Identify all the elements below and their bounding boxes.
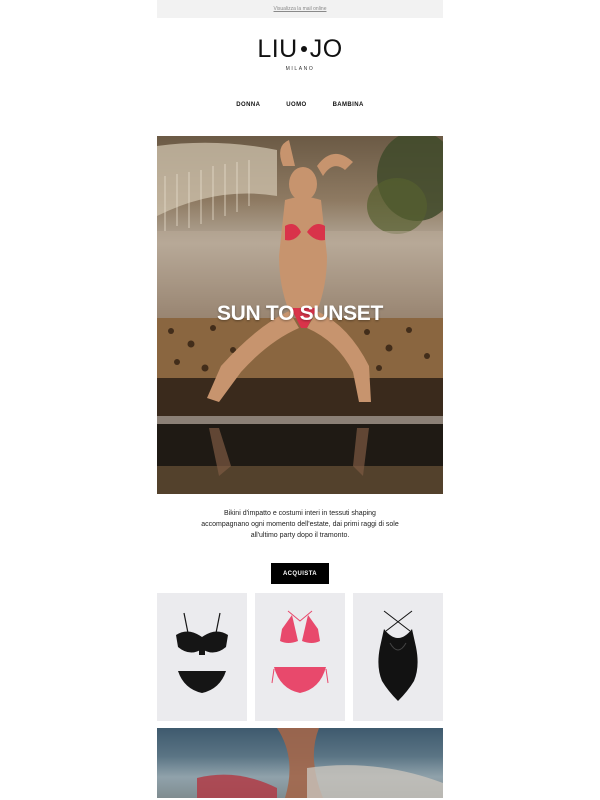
nav-item-donna[interactable]: DONNA	[236, 102, 260, 108]
logo-subtitle: MILANO	[285, 65, 315, 72]
second-banner[interactable]	[157, 728, 443, 798]
main-nav: DONNA UOMO BAMBINA	[157, 90, 443, 120]
second-banner-image	[197, 728, 443, 798]
hero-title: SUN TO SUNSET	[216, 302, 384, 325]
product-card-pink-bikini[interactable]	[255, 593, 345, 721]
nav-item-bambina[interactable]: BAMBINA	[333, 102, 364, 108]
product-grid	[157, 593, 443, 721]
email-container: Visualizza la mail online LIU JO MILANO …	[157, 0, 443, 800]
black-one-piece-image	[378, 610, 418, 701]
brand-logo[interactable]: LIU JO MILANO	[157, 18, 443, 90]
shop-button[interactable]: ACQUISTA	[271, 563, 329, 584]
intro-text: Bikini d'impatto e costumi interi in tes…	[201, 510, 399, 539]
logo-left: LIU	[257, 34, 298, 63]
topbar: Visualizza la mail online	[157, 0, 443, 18]
logo-wordmark: LIU JO	[257, 34, 343, 63]
product-card-black-one-piece[interactable]	[353, 593, 443, 721]
product-card-black-bikini[interactable]	[157, 593, 247, 721]
nav-item-uomo[interactable]: UOMO	[286, 102, 306, 108]
black-bikini-image	[176, 612, 228, 693]
pink-bikini-image	[271, 610, 329, 693]
view-online-link[interactable]: Visualizza la mail online	[274, 6, 327, 12]
logo-right: JO	[309, 34, 343, 63]
hero-banner[interactable]: SUN TO SUNSET	[157, 136, 443, 494]
logo-dot	[300, 46, 307, 52]
